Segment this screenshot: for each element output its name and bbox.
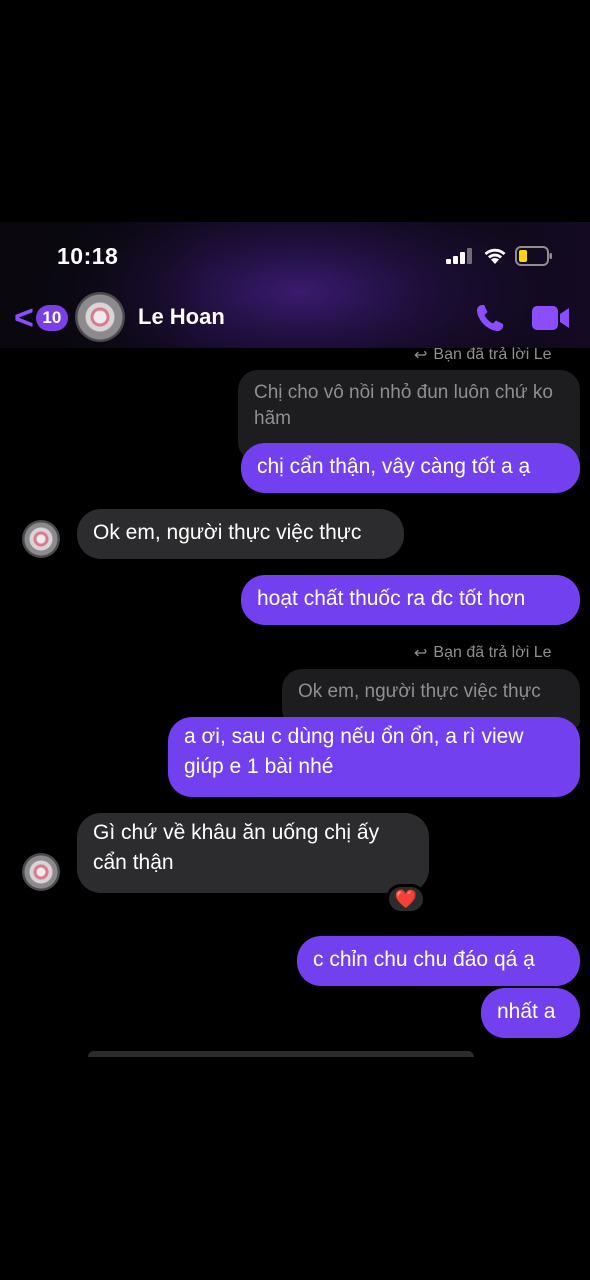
partial-message-edge [88,1051,474,1057]
incoming-message[interactable]: Ok em, người thực việc thực [77,509,404,559]
back-button[interactable]: < 10 [14,299,68,337]
status-time: 10:18 [57,243,119,269]
outgoing-message[interactable]: chị cẩn thận, vây càng tốt a ạ [241,443,580,493]
outgoing-message[interactable]: hoạt chất thuốc ra đc tốt hơn [241,575,580,625]
reply-label: ↩ Bạn đã trả lời Le [414,346,552,364]
contact-name[interactable]: Le Hoan [138,304,225,330]
sender-avatar[interactable] [22,520,60,558]
wifi-icon [484,248,506,264]
unread-count-badge: 10 [35,305,68,331]
signal-icon [446,248,472,264]
outgoing-message[interactable]: a ơi, sau c dùng nếu ổn ổn, a rì view gi… [168,717,580,797]
reply-arrow-icon: ↩ [414,645,428,662]
incoming-message[interactable]: Gì chứ về khâu ăn uống chị ấy cẩn thận [77,813,429,893]
reply-label: ↩ Bạn đã trả lời Le [414,644,552,662]
sender-avatar[interactable] [22,853,60,891]
heart-reaction-icon[interactable]: ❤️ [386,884,426,914]
outgoing-message[interactable]: c chỉn chu chu đáo qá ạ [297,936,580,986]
reply-arrow-icon: ↩ [414,347,428,364]
phone-icon[interactable] [474,302,506,334]
chat-screen: 10:18 < 10 Le Hoan ↩ Bạn đã trả lời Le C… [0,222,590,1057]
contact-avatar[interactable] [75,292,125,342]
outgoing-message[interactable]: nhất a [481,988,580,1038]
battery-icon [515,246,552,266]
chevron-left-icon: < [14,299,34,337]
video-camera-icon[interactable] [532,305,570,331]
